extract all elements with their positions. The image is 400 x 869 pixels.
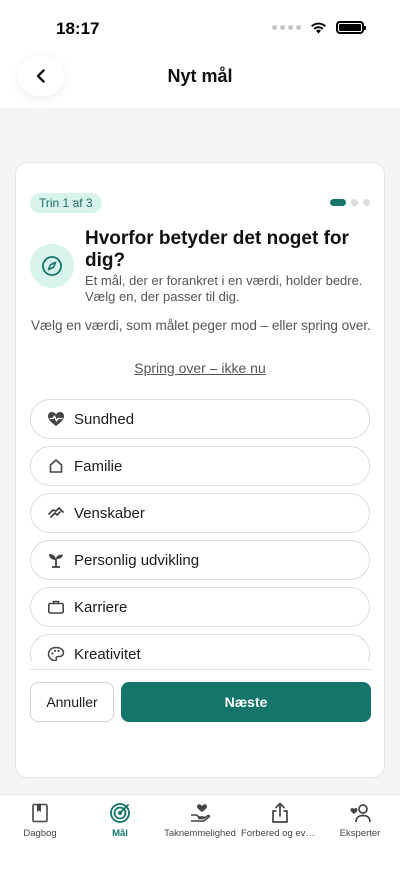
value-label: Venskaber: [74, 504, 145, 522]
handshake-icon: [47, 504, 65, 522]
instruction-text: Vælg en værdi, som målet peger mod – ell…: [31, 318, 371, 333]
value-option-venskaber[interactable]: Venskaber: [30, 493, 370, 533]
wifi-icon: [311, 22, 326, 34]
cancel-button[interactable]: Annuller: [30, 682, 114, 722]
signal-icon: [272, 25, 301, 30]
tab-label: Eksperter: [339, 828, 381, 839]
value-label: Personlig udvikling: [74, 551, 200, 569]
value-label: Familie: [74, 457, 123, 475]
target-icon: [108, 801, 132, 825]
battery-icon: [336, 21, 366, 34]
value-option-familie[interactable]: Familie: [30, 446, 370, 486]
value-label: Kreativitet: [74, 645, 141, 662]
tab-taknemmelighed[interactable]: Taknemmelighed: [160, 801, 240, 839]
tab-label: Dagbog: [23, 828, 57, 839]
skip-link[interactable]: Spring over – ikke nu: [16, 360, 384, 376]
question-title: Hvorfor betyder det noget for dig?: [85, 228, 349, 271]
step-progress: [330, 199, 370, 206]
heart-pulse-icon: [47, 410, 65, 428]
tab-bar: Dagbog Mål Taknemmelighed Forbered og ev…: [0, 794, 400, 869]
progress-dot-active: [330, 199, 346, 206]
journal-icon: [28, 801, 52, 825]
tab-maal[interactable]: Mål: [80, 801, 160, 839]
goal-wizard-card: Trin 1 af 3 Hvorfor betyder det noget fo…: [15, 162, 385, 778]
page-title: Nyt mål: [167, 66, 233, 86]
tab-label: Mål: [112, 828, 128, 839]
status-time: 18:17: [56, 19, 100, 38]
step-badge: Trin 1 af 3: [30, 193, 102, 213]
gratitude-icon: [188, 801, 212, 825]
list-divider: [30, 669, 372, 670]
share-icon: [268, 801, 292, 825]
header: Nyt mål: [0, 56, 400, 108]
tab-eksperter[interactable]: Eksperter: [320, 801, 400, 839]
compass-icon: [42, 256, 62, 276]
value-label: Sundhed: [74, 410, 135, 428]
tab-forbered-og-evaluer[interactable]: Forbered og evaluer: [240, 801, 320, 839]
value-option-kreativitet[interactable]: Kreativitet: [30, 634, 370, 661]
progress-dot: [351, 199, 358, 206]
value-option-personlig-udvikling[interactable]: Personlig udvikling: [30, 540, 370, 580]
sprout-icon: [47, 551, 65, 569]
status-icons: [272, 21, 366, 34]
next-button[interactable]: Næste: [121, 682, 371, 722]
palette-icon: [47, 645, 65, 661]
tab-label: Taknemmelighed: [164, 828, 236, 839]
home-icon: [47, 457, 65, 475]
value-label: Karriere: [74, 598, 128, 616]
value-option-sundhed[interactable]: Sundhed: [30, 399, 370, 439]
briefcase-icon: [47, 598, 65, 616]
status-bar: 18:17: [0, 0, 400, 56]
tab-dagbog[interactable]: Dagbog: [0, 801, 80, 839]
values-list[interactable]: Sundhed Familie Venskaber Personlig udvi…: [30, 399, 372, 661]
question-subtitle: Et mål, der er forankret i en værdi, hol…: [85, 273, 363, 304]
progress-dot: [363, 199, 370, 206]
tab-label: Forbered og evaluer: [241, 828, 319, 839]
question-icon-badge: [30, 244, 74, 288]
value-option-karriere[interactable]: Karriere: [30, 587, 370, 627]
experts-icon: [348, 801, 372, 825]
